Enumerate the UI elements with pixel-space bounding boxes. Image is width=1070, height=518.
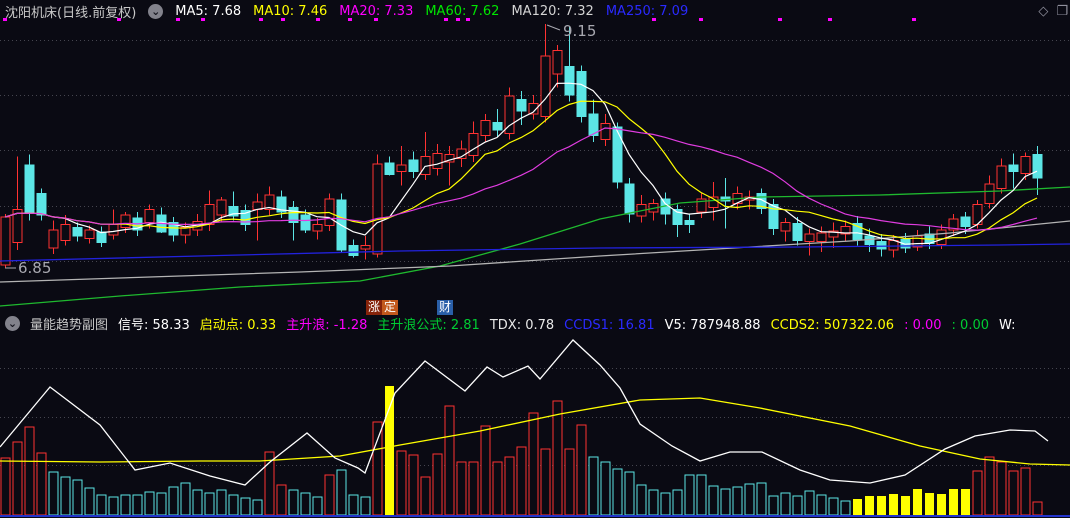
event-badge[interactable]: 定 [382,300,399,315]
svg-text:6.85: 6.85 [18,259,51,277]
chevron-down-icon[interactable]: ⌄ [148,3,164,19]
chevron-down-icon[interactable]: ⌄ [5,316,20,331]
indicator-value: CCDS2: 507322.06 [770,318,895,333]
svg-text:9.15: 9.15 [563,22,596,40]
ma-values-row: MA5: 7.68 MA10: 7.46 MA20: 7.33 MA60: 7.62 M… [175,4,700,19]
indicator-value: W: [999,318,1016,333]
volume-bars-layer [0,386,1043,516]
header-right-icons: ◇ ❐ [1038,4,1070,19]
indicator-value: 主升浪公式: 2.81 [377,318,480,333]
indicator-value: 主升浪: -1.28 [286,318,368,333]
ma-value: MA10: 7.46 [253,3,328,19]
diamond-icon[interactable]: ◇ [1038,4,1048,19]
ma-value: MA250: 7.09 [605,3,689,19]
indicator-values-row: 信号: 58.33 启动点: 0.33 主升浪: -1.28 主升浪公式: 2.81 T… [118,314,1025,333]
event-badge[interactable]: 财 [437,300,454,315]
indicator-value: 信号: 58.33 [118,318,190,333]
ma-value: MA20: 7.33 [339,3,414,19]
window-icon[interactable]: ❐ [1056,4,1068,19]
ma250-line [0,243,1070,262]
event-badge[interactable]: 涨 [366,300,383,315]
ma-value: MA5: 7.68 [175,3,242,19]
indicator-value: CCDS1: 16.81 [564,318,655,333]
indicator-value: 启动点: 0.33 [199,318,277,333]
ma-value: MA120: 7.32 [511,3,594,19]
symbol-title: 沈阳机床(日线.前复权) [5,5,137,21]
indicator-value: TDX: 0.78 [489,318,555,333]
indicator-value: : 0.00 [904,318,942,333]
trading-app-window: { "header": { "title": "沈阳机床(日线.前复权)", "… [0,0,1070,518]
indicator-name: 量能趋势副图 [30,318,109,333]
ma-value: MA60: 7.62 [425,3,500,19]
price-volume-chart[interactable]: 9.15 6.85 [0,0,1070,518]
indicator-header: ⌄ 量能趋势副图 信号: 58.33 启动点: 0.33 主升浪: -1.28 主升浪… [0,314,1070,333]
chart-header: 沈阳机床(日线.前复权) ⌄ MA5: 7.68 MA10: 7.46 MA20: … [0,0,1070,22]
indicator-value: : 0.00 [951,318,990,333]
candles-layer [0,24,1043,268]
indicator-value: V5: 787948.88 [664,318,761,333]
